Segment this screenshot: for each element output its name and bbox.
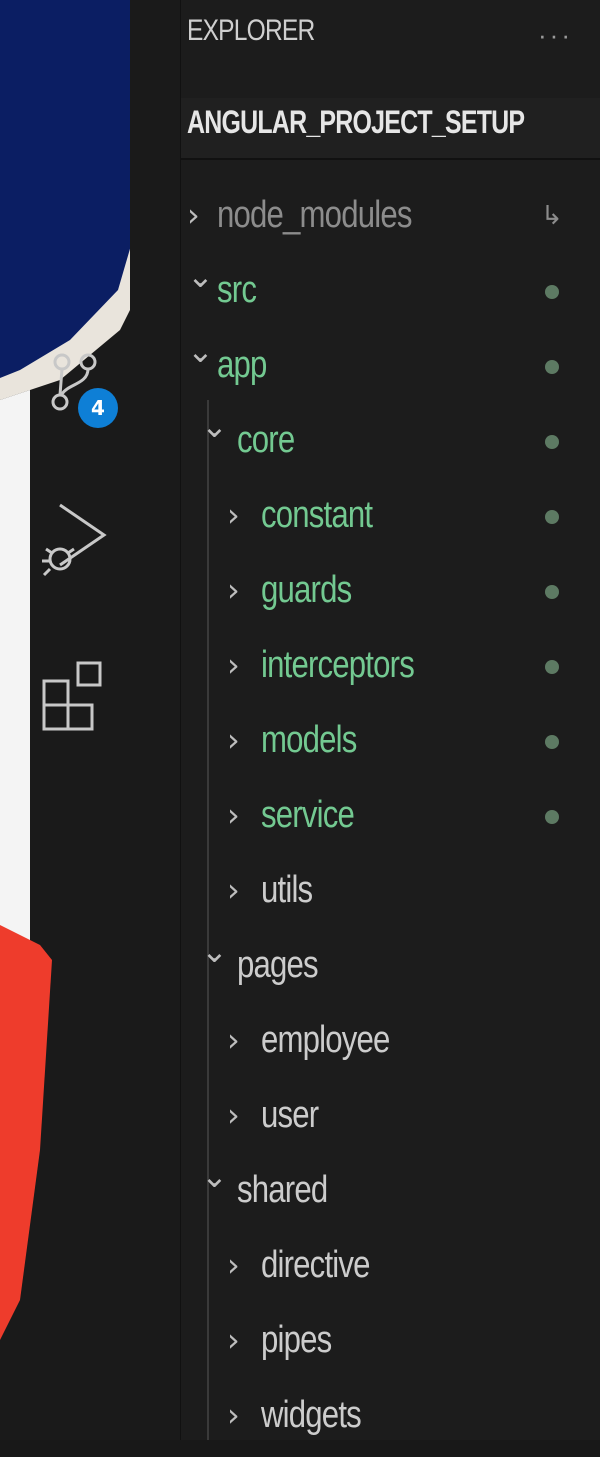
chevron-right-icon[interactable]: › xyxy=(227,1099,251,1131)
tree-row-directive[interactable]: › directive xyxy=(181,1232,600,1307)
tree-row-shared[interactable]: ⌄ shared xyxy=(181,1157,600,1232)
explorer-title: EXPLORER xyxy=(187,14,315,47)
tree-row-employee[interactable]: › employee xyxy=(181,1007,600,1082)
tree-row-node-modules[interactable]: › node_modules ↳ xyxy=(181,182,600,257)
git-status-dot xyxy=(545,810,559,824)
symlink-marker-icon: ↳ xyxy=(541,200,563,230)
tree-row-models[interactable]: › models xyxy=(181,707,600,782)
chevron-right-icon[interactable]: › xyxy=(227,649,251,681)
git-status-dot xyxy=(545,585,559,599)
git-status-dot xyxy=(545,360,559,374)
git-status-dot xyxy=(545,435,559,449)
tree-row-service[interactable]: › service xyxy=(181,782,600,857)
git-status-dot xyxy=(545,660,559,674)
git-status-dot xyxy=(545,510,559,524)
tree-item-label: service xyxy=(261,794,355,836)
tree-item-label: guards xyxy=(261,569,352,611)
chevron-down-icon[interactable]: ⌄ xyxy=(201,1160,228,1192)
chevron-right-icon[interactable]: › xyxy=(227,499,251,531)
tree-item-label: app xyxy=(217,344,267,386)
source-control-badge: 4 xyxy=(78,388,118,428)
tree-item-label: utils xyxy=(261,869,313,911)
chevron-right-icon[interactable]: › xyxy=(227,1324,251,1356)
chevron-right-icon[interactable]: › xyxy=(227,1399,251,1431)
chevron-down-icon[interactable]: ⌄ xyxy=(201,410,228,442)
chevron-right-icon[interactable]: › xyxy=(227,874,251,906)
tree-row-widgets[interactable]: › widgets xyxy=(181,1382,600,1457)
tree-item-label: shared xyxy=(237,1169,328,1211)
chevron-right-icon[interactable]: › xyxy=(227,799,251,831)
tree-row-pipes[interactable]: › pipes xyxy=(181,1307,600,1382)
explorer-panel: EXPLORER ··· ANGULAR_PROJECT_SETUP › node… xyxy=(180,0,600,1440)
tree-item-label: node_modules xyxy=(217,194,412,236)
chevron-right-icon[interactable]: › xyxy=(227,1249,251,1281)
tree-row-src[interactable]: ⌄ src xyxy=(181,257,600,332)
chevron-right-icon[interactable]: › xyxy=(187,199,211,231)
tree-item-label: core xyxy=(237,419,295,461)
tree-item-label: directive xyxy=(261,1244,370,1286)
tree-row-pages[interactable]: ⌄ pages xyxy=(181,932,600,1007)
chevron-right-icon[interactable]: › xyxy=(227,724,251,756)
chevron-right-icon[interactable]: › xyxy=(227,574,251,606)
project-title: ANGULAR_PROJECT_SETUP xyxy=(187,104,525,140)
more-actions-icon[interactable]: ··· xyxy=(538,20,573,51)
chevron-down-icon[interactable]: ⌄ xyxy=(187,260,214,292)
tree-item-label: interceptors xyxy=(261,644,415,686)
tree-item-label: widgets xyxy=(261,1394,362,1436)
extensions-icon[interactable] xyxy=(38,655,108,745)
tree-row-guards[interactable]: › guards xyxy=(181,557,600,632)
tree-row-constant[interactable]: › constant xyxy=(181,482,600,557)
tree-row-core[interactable]: ⌄ core xyxy=(181,407,600,482)
activity-bar: 4 xyxy=(0,0,180,1440)
tree-row-utils[interactable]: › utils xyxy=(181,857,600,932)
git-status-dot xyxy=(545,735,559,749)
tree-row-interceptors[interactable]: › interceptors xyxy=(181,632,600,707)
tree-item-label: constant xyxy=(261,494,373,536)
tree-item-label: models xyxy=(261,719,357,761)
chevron-down-icon[interactable]: ⌄ xyxy=(187,335,214,367)
tree-row-user[interactable]: › user xyxy=(181,1082,600,1157)
chevron-right-icon[interactable]: › xyxy=(227,1024,251,1056)
run-debug-icon[interactable] xyxy=(38,495,108,585)
tree-item-label: pipes xyxy=(261,1319,332,1361)
tree-item-label: user xyxy=(261,1094,319,1136)
chevron-down-icon[interactable]: ⌄ xyxy=(201,935,228,967)
tree-item-label: src xyxy=(217,269,257,311)
git-status-dot xyxy=(545,285,559,299)
tree-item-label: employee xyxy=(261,1019,390,1061)
tree-item-label: pages xyxy=(237,944,319,986)
tree-row-app[interactable]: ⌄ app xyxy=(181,332,600,407)
project-header[interactable]: ANGULAR_PROJECT_SETUP xyxy=(181,98,600,160)
